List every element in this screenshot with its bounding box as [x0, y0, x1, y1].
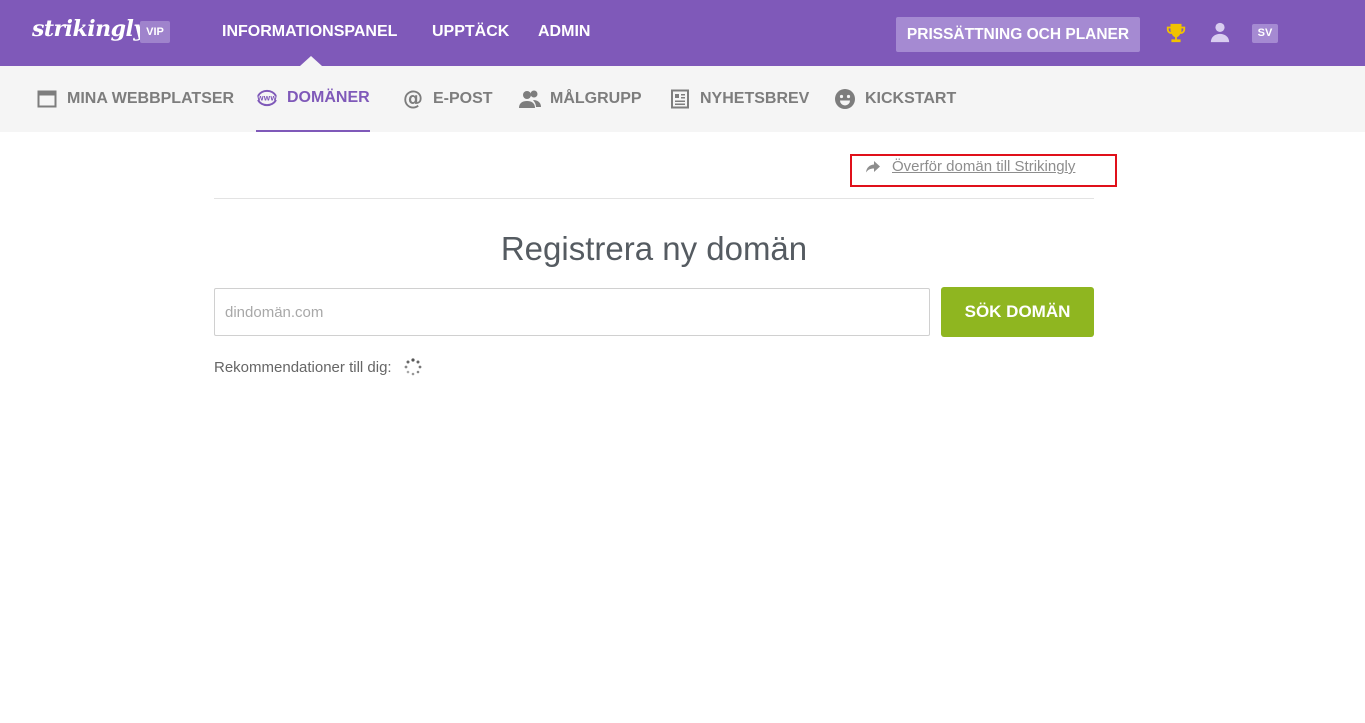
- at-icon: @: [402, 88, 424, 110]
- subnav-mina-webbplatser[interactable]: MINA WEBBPLATSER: [36, 66, 234, 132]
- vip-badge: VIP: [140, 21, 170, 43]
- sub-navigation: MINA WEBBPLATSER www DOMÄNER @ E-POST: [0, 66, 1365, 132]
- subnav-label: KICKSTART: [865, 90, 957, 107]
- search-domain-button[interactable]: SÖK DOMÄN: [941, 287, 1094, 337]
- subnav-domaner[interactable]: www DOMÄNER: [256, 66, 370, 132]
- subnav-e-post[interactable]: @ E-POST: [402, 66, 493, 132]
- subnav-nyhetsbrev[interactable]: NYHETSBREV: [669, 66, 809, 132]
- pricing-plans-button[interactable]: PRISSÄTTNING OCH PLANER: [896, 17, 1140, 52]
- topnav-upptack[interactable]: UPPTÄCK: [432, 23, 509, 41]
- www-globe-icon: www: [256, 87, 278, 109]
- subnav-label: DOMÄNER: [287, 89, 370, 106]
- active-tab-caret: [300, 56, 322, 66]
- share-arrow-icon: [866, 160, 880, 172]
- trophy-icon[interactable]: [1165, 22, 1187, 44]
- topnav-admin[interactable]: ADMIN: [538, 23, 590, 41]
- language-selector[interactable]: SV: [1252, 24, 1278, 43]
- domain-search-input[interactable]: [214, 288, 930, 336]
- subnav-label: MÅLGRUPP: [550, 90, 642, 107]
- topnav-informationspanel[interactable]: INFORMATIONSPANEL: [222, 23, 397, 41]
- subnav-malgrupp[interactable]: MÅLGRUPP: [519, 66, 642, 132]
- transfer-link-text[interactable]: Överför domän till Strikingly: [892, 158, 1075, 175]
- loading-spinner-icon: [404, 358, 421, 376]
- user-icon[interactable]: [1209, 21, 1231, 43]
- subnav-label: NYHETSBREV: [700, 90, 810, 107]
- recommendations-label: Rekommendationer till dig:: [214, 358, 392, 376]
- browser-window-icon: [36, 88, 58, 110]
- subnav-label: E-POST: [433, 90, 493, 107]
- divider: [214, 198, 1094, 199]
- subnav-label: MINA WEBBPLATSER: [67, 90, 235, 107]
- svg-text:www: www: [257, 96, 277, 103]
- newsletter-icon: [669, 88, 691, 110]
- page-title: Registrera ny domän: [500, 230, 808, 267]
- users-icon: [519, 88, 541, 110]
- transfer-domain-link[interactable]: Överför domän till Strikingly: [866, 158, 1075, 175]
- smiley-icon: [834, 88, 856, 110]
- strikingly-logo[interactable]: strikingly: [32, 16, 146, 42]
- recommendations-row: Rekommendationer till dig:: [214, 358, 422, 376]
- top-bar: strikingly VIP INFORMATIONSPANEL UPPTÄCK…: [0, 0, 1365, 66]
- subnav-kickstart[interactable]: KICKSTART: [834, 66, 956, 132]
- svg-text:@: @: [403, 88, 423, 110]
